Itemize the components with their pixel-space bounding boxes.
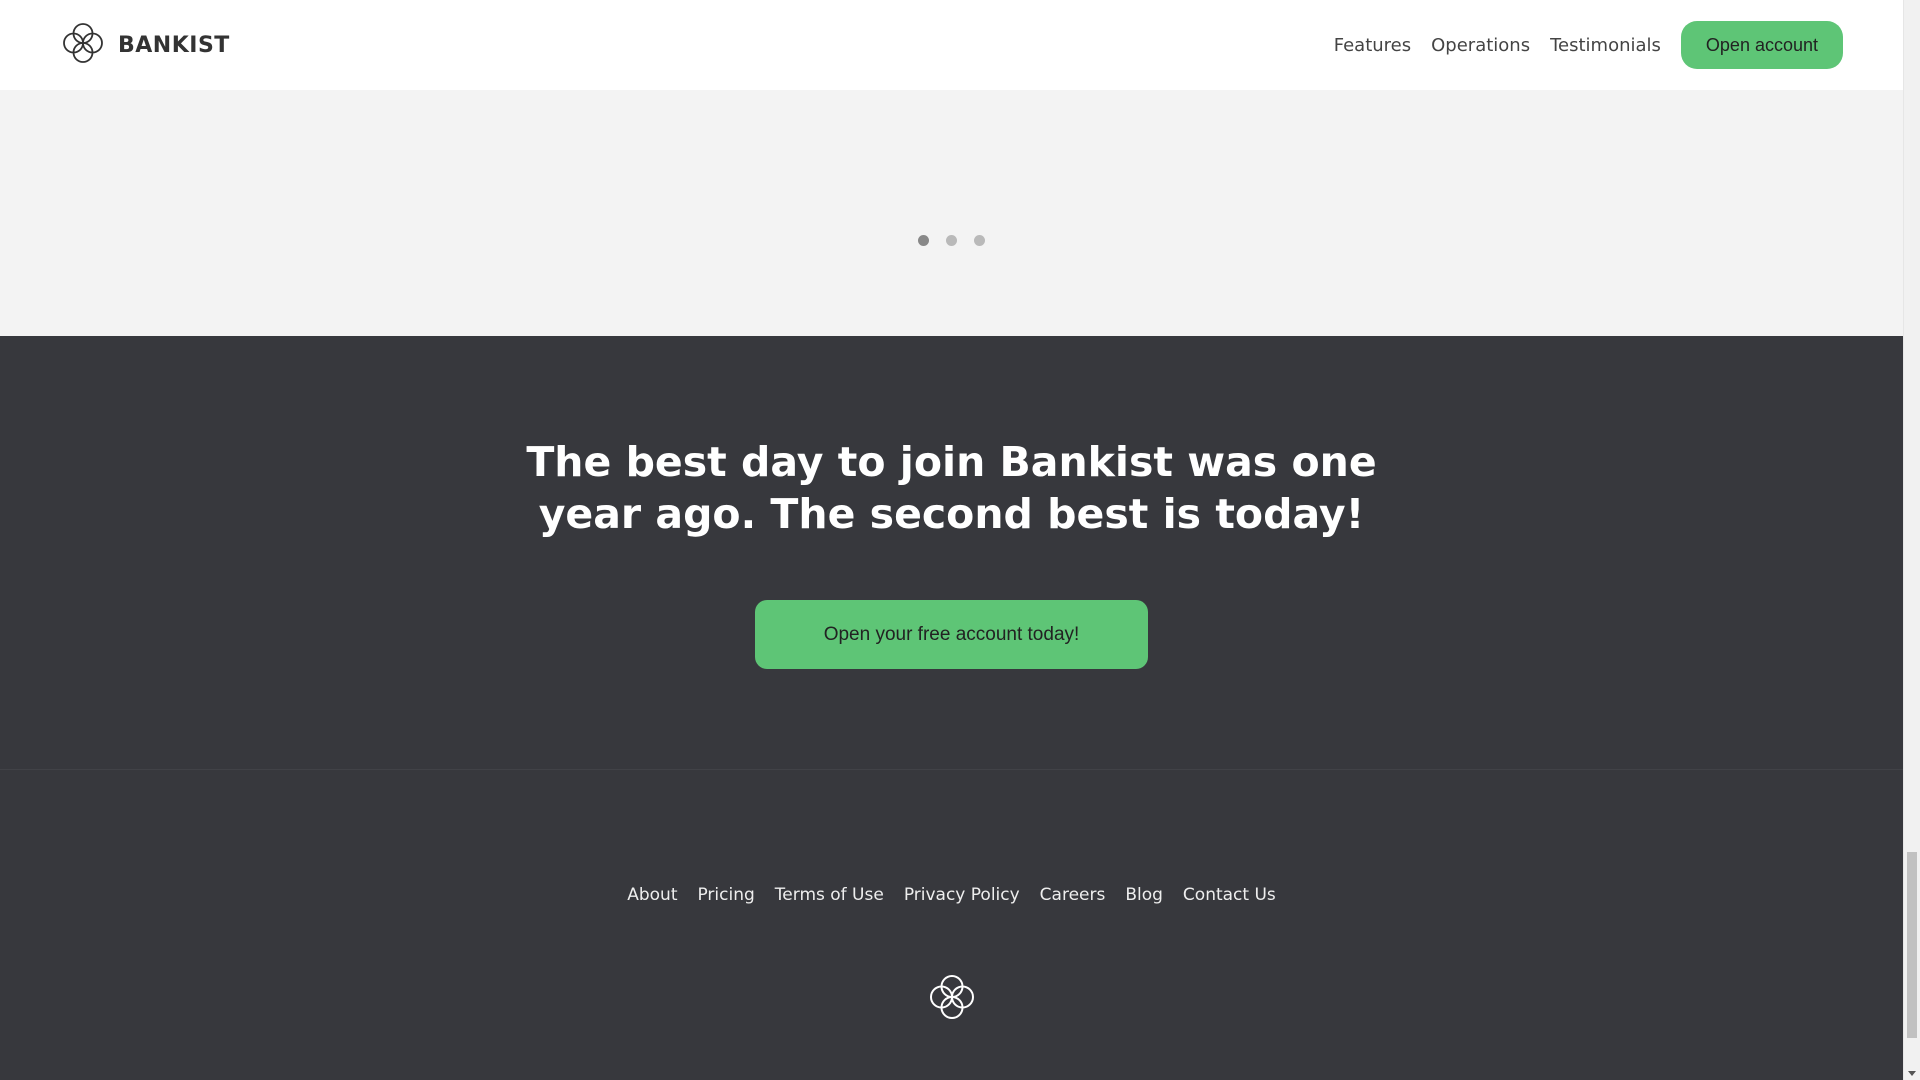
vertical-scrollbar[interactable]	[1903, 0, 1920, 1080]
scroll-down-arrow-icon[interactable]	[1908, 1071, 1916, 1076]
signup-heading-line-1: The best day to join Bankist was one	[526, 438, 1377, 486]
slider-dot-3[interactable]	[974, 235, 985, 246]
footer-link-terms[interactable]: Terms of Use	[775, 885, 884, 905]
footer-link-about[interactable]: About	[627, 885, 677, 905]
brand-name: BANKIST	[118, 32, 230, 58]
page-viewport: BANKIST Features Operations Testimonials…	[0, 0, 1903, 1080]
testimonials-slider-end	[0, 90, 1903, 336]
nav-links: Features Operations Testimonials Open ac…	[1334, 21, 1843, 69]
nav-link-features[interactable]: Features	[1334, 35, 1411, 56]
open-account-button[interactable]: Open account	[1680, 21, 1843, 69]
footer-link-blog[interactable]: Blog	[1125, 885, 1163, 905]
brand[interactable]: BANKIST	[60, 20, 230, 70]
scrollbar-thumb[interactable]	[1907, 852, 1917, 1038]
top-navigation: BANKIST Features Operations Testimonials…	[0, 0, 1903, 90]
nav-link-operations[interactable]: Operations	[1431, 35, 1530, 56]
slider-dot-1[interactable]	[918, 235, 929, 246]
slider-dots	[918, 235, 985, 246]
footer-link-privacy[interactable]: Privacy Policy	[904, 885, 1020, 905]
slider-dot-2[interactable]	[946, 235, 957, 246]
footer-nav: About Pricing Terms of Use Privacy Polic…	[0, 885, 1903, 905]
footer: About Pricing Terms of Use Privacy Polic…	[0, 770, 1903, 1080]
signup-heading: The best day to join Bankist was one yea…	[0, 436, 1903, 540]
nav-link-testimonials[interactable]: Testimonials	[1550, 35, 1661, 56]
bankist-logo-icon	[926, 971, 978, 1023]
footer-link-careers[interactable]: Careers	[1040, 885, 1106, 905]
bankist-logo-icon	[60, 20, 106, 70]
signup-section: The best day to join Bankist was one yea…	[0, 336, 1903, 770]
footer-link-contact[interactable]: Contact Us	[1183, 885, 1276, 905]
footer-link-pricing[interactable]: Pricing	[697, 885, 754, 905]
open-free-account-button[interactable]: Open your free account today!	[755, 600, 1148, 669]
signup-heading-line-2: year ago. The second best is today!	[538, 490, 1365, 538]
